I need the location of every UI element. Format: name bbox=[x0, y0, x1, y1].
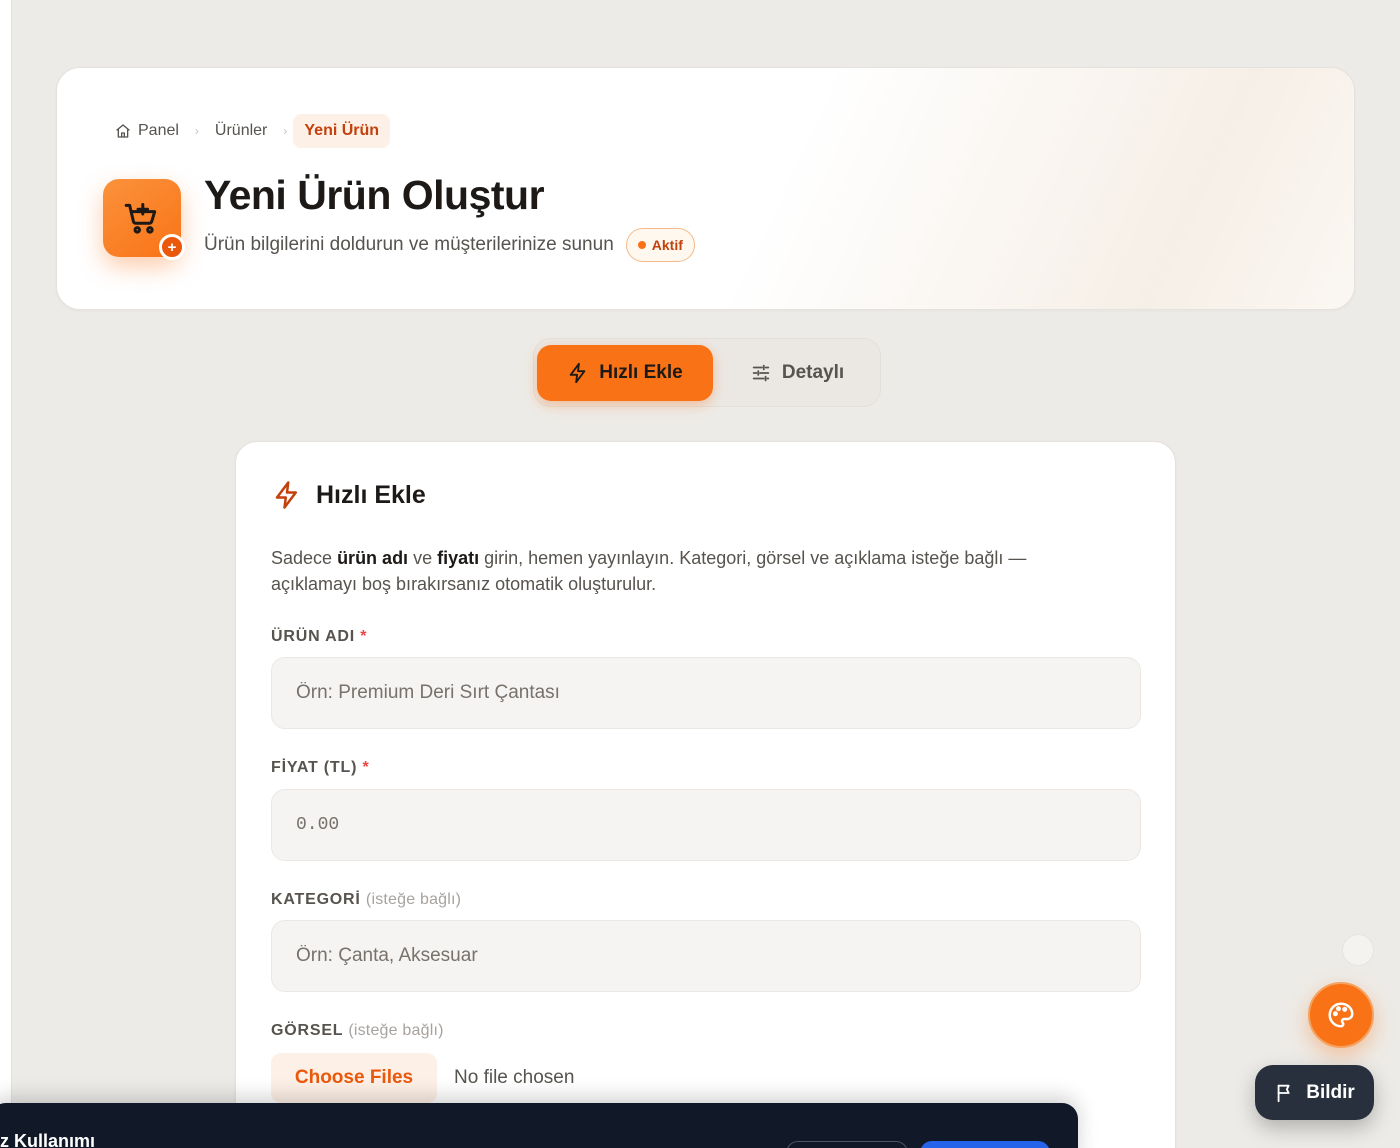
file-picker: Choose Files No file chosen bbox=[271, 1053, 574, 1103]
quick-add-form-card: Hızlı Ekle Sadece ürün adı ve fiyatı gir… bbox=[235, 441, 1176, 1148]
price-label-text: FİYAT (TL) bbox=[271, 759, 358, 776]
image-field-label: GÖRSEL (isteğe bağlı) bbox=[271, 1022, 444, 1040]
status-badge: Aktif bbox=[625, 228, 695, 262]
left-rail bbox=[0, 0, 12, 1148]
cookie-banner: ez Kullanımı bbox=[0, 1103, 1078, 1148]
lightning-icon bbox=[570, 362, 586, 384]
page-subtitle: Ürün bilgilerini doldurun ve müşterileri… bbox=[204, 234, 614, 255]
cookie-settings-button[interactable] bbox=[786, 1141, 908, 1148]
required-mark: * bbox=[362, 759, 370, 776]
name-label-text: ÜRÜN ADI bbox=[271, 628, 356, 645]
category-label-text: KATEGORİ bbox=[271, 891, 361, 908]
choose-files-button[interactable]: Choose Files bbox=[271, 1053, 437, 1103]
chevron-right-icon: › bbox=[194, 124, 199, 138]
mode-detailed-label: Detaylı bbox=[781, 362, 845, 383]
page-header-card: Panel › Ürünler › Yeni Ürün + Yeni Ürün … bbox=[56, 67, 1355, 310]
optional-hint: (isteğe bağlı) bbox=[365, 891, 462, 908]
name-field-label: ÜRÜN ADI * bbox=[271, 628, 367, 646]
status-badge-label: Aktif bbox=[651, 237, 683, 253]
product-name-input[interactable] bbox=[271, 657, 1141, 729]
card-title: Hızlı Ekle bbox=[316, 480, 426, 509]
image-label-text: GÖRSEL bbox=[271, 1022, 344, 1039]
required-mark: * bbox=[360, 628, 368, 645]
scroll-top-button[interactable] bbox=[1342, 934, 1374, 966]
breadcrumb-current: Yeni Ürün bbox=[293, 114, 391, 148]
home-icon bbox=[116, 124, 130, 138]
report-button-label: Bildir bbox=[1306, 1081, 1355, 1103]
report-button[interactable]: Bildir bbox=[1255, 1065, 1374, 1120]
optional-hint: (isteğe bağlı) bbox=[348, 1022, 444, 1039]
file-status-text: No file chosen bbox=[454, 1067, 575, 1088]
lightning-icon bbox=[275, 481, 297, 509]
desc-bold-name: ürün adı bbox=[337, 548, 409, 568]
breadcrumb: Panel › Ürünler › Yeni Ürün bbox=[115, 114, 391, 148]
theme-palette-button[interactable] bbox=[1308, 982, 1374, 1048]
card-header: Hızlı Ekle bbox=[272, 480, 426, 510]
card-description: Sadece ürün adı ve fiyatı girin, hemen y… bbox=[271, 545, 1101, 597]
category-field-label: KATEGORİ (isteğe bağlı) bbox=[271, 891, 461, 909]
mode-quick-button[interactable]: Hızlı Ekle bbox=[537, 345, 713, 401]
mode-switch: Hızlı Ekle Detaylı bbox=[533, 338, 881, 407]
palette-icon bbox=[1328, 1002, 1354, 1028]
sliders-icon bbox=[752, 364, 770, 382]
cookie-banner-title: ez Kullanımı bbox=[0, 1131, 96, 1148]
breadcrumb-home-label: Panel bbox=[138, 122, 179, 139]
price-field-label: FİYAT (TL) * bbox=[271, 759, 370, 777]
mode-quick-label: Hızlı Ekle bbox=[599, 362, 683, 383]
desc-bold-price: fiyatı bbox=[437, 548, 480, 568]
breadcrumb-home[interactable]: Panel bbox=[115, 114, 189, 148]
page-title: Yeni Ürün Oluştur bbox=[204, 172, 545, 218]
flag-icon bbox=[1277, 1084, 1290, 1102]
subtitle-row: Ürün bilgilerini doldurun ve müşterileri… bbox=[204, 228, 695, 262]
chevron-right-icon: › bbox=[283, 124, 288, 138]
status-dot-icon bbox=[637, 241, 646, 249]
category-input[interactable] bbox=[271, 920, 1141, 992]
cookie-accept-button[interactable] bbox=[920, 1141, 1050, 1148]
price-input[interactable] bbox=[271, 789, 1141, 861]
desc-text: Sadece bbox=[271, 548, 338, 568]
desc-text: ve bbox=[408, 548, 438, 568]
plus-badge-icon: + bbox=[159, 234, 185, 260]
mode-detailed-button[interactable]: Detaylı bbox=[720, 345, 874, 401]
breadcrumb-products[interactable]: Ürünler bbox=[205, 114, 277, 148]
